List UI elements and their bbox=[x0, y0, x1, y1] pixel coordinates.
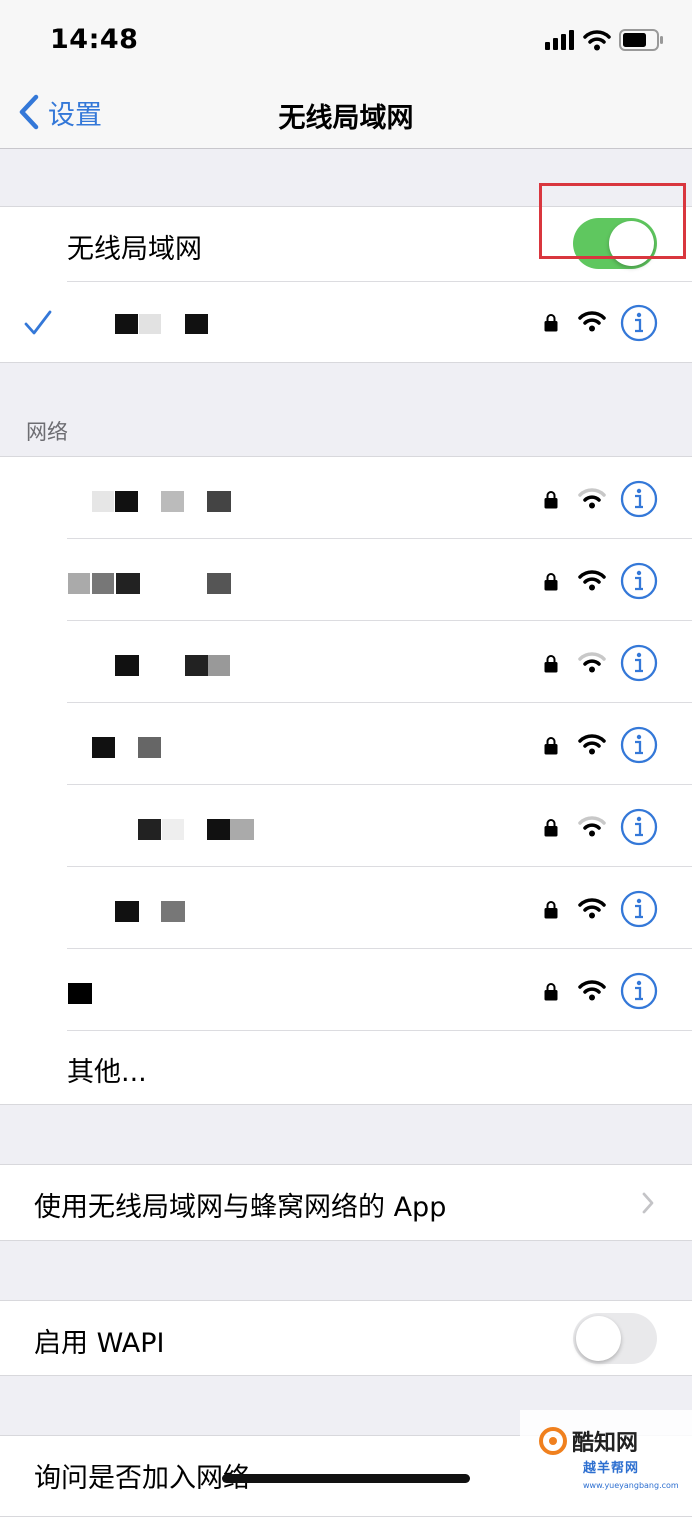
status-time: 14:48 bbox=[50, 24, 139, 55]
wifi-icon bbox=[578, 488, 606, 509]
redacted-ssid bbox=[115, 655, 139, 676]
wapi-label: 启用 WAPI bbox=[34, 1328, 165, 1359]
redacted-ssid bbox=[161, 901, 185, 922]
lock-icon bbox=[544, 737, 558, 755]
wlan-label: 无线局域网 bbox=[67, 234, 202, 265]
redacted-ssid bbox=[185, 655, 208, 676]
other-network-row[interactable]: 其他... bbox=[0, 1031, 692, 1104]
redacted-ssid bbox=[68, 573, 90, 594]
network-row[interactable] bbox=[0, 949, 692, 1031]
wapi-toggle[interactable] bbox=[573, 1313, 657, 1364]
redacted-ssid bbox=[207, 573, 231, 594]
watermark-url: www.yueyangbang.com bbox=[583, 1481, 679, 1490]
wlan-cellular-apps-label: 使用无线局域网与蜂窝网络的 App bbox=[34, 1192, 447, 1223]
watermark-subtitle: 越羊帮网 bbox=[583, 1461, 640, 1476]
status-bar: 14:48 bbox=[0, 0, 692, 80]
wifi-icon bbox=[578, 734, 606, 755]
network-row[interactable] bbox=[0, 539, 692, 621]
other-network-label: 其他... bbox=[67, 1057, 147, 1088]
lock-icon bbox=[544, 491, 558, 509]
redacted-ssid bbox=[115, 491, 138, 512]
wifi-icon bbox=[578, 898, 606, 919]
redacted-ssid bbox=[207, 819, 230, 840]
wifi-icon bbox=[578, 311, 606, 332]
ask-join-label: 询问是否加入网络 bbox=[34, 1463, 250, 1494]
redacted-ssid bbox=[115, 314, 138, 334]
lock-icon bbox=[544, 901, 558, 919]
wapi-row: 启用 WAPI bbox=[0, 1301, 692, 1375]
network-row[interactable] bbox=[0, 867, 692, 949]
redacted-ssid bbox=[139, 314, 161, 334]
redacted-ssid bbox=[230, 819, 254, 840]
connected-network-row[interactable] bbox=[0, 282, 692, 362]
network-row[interactable] bbox=[0, 457, 692, 539]
wapi-group: 启用 WAPI bbox=[0, 1300, 692, 1376]
signal-icon bbox=[545, 30, 574, 50]
wifi-icon bbox=[578, 816, 606, 837]
watermark-name: 酷知网 bbox=[572, 1431, 639, 1456]
wlan-cellular-apps-row[interactable]: 使用无线局域网与蜂窝网络的 App bbox=[0, 1165, 692, 1240]
wifi-status-icon bbox=[583, 30, 611, 51]
redacted-ssid bbox=[115, 901, 139, 922]
network-row[interactable] bbox=[0, 785, 692, 867]
info-icon[interactable] bbox=[620, 890, 658, 928]
lock-icon bbox=[544, 983, 558, 1001]
redacted-ssid bbox=[138, 737, 161, 758]
redacted-ssid bbox=[161, 491, 184, 512]
info-icon[interactable] bbox=[620, 562, 658, 600]
redacted-ssid bbox=[116, 573, 140, 594]
redacted-ssid bbox=[92, 491, 114, 512]
wifi-icon bbox=[578, 652, 606, 673]
wifi-icon bbox=[578, 570, 606, 591]
info-icon[interactable] bbox=[620, 726, 658, 764]
battery-icon bbox=[619, 29, 663, 51]
page-title: 无线局域网 bbox=[278, 103, 414, 134]
home-indicator bbox=[222, 1474, 470, 1483]
lock-icon bbox=[544, 655, 558, 673]
redacted-ssid bbox=[68, 983, 92, 1004]
info-icon[interactable] bbox=[620, 304, 658, 342]
redacted-ssid bbox=[207, 491, 231, 512]
info-icon[interactable] bbox=[620, 644, 658, 682]
lock-icon bbox=[544, 573, 558, 591]
redacted-ssid bbox=[162, 819, 184, 840]
highlight-annotation bbox=[539, 183, 686, 259]
networks-group: 其他... bbox=[0, 456, 692, 1105]
redacted-ssid bbox=[92, 573, 114, 594]
lock-icon bbox=[544, 819, 558, 837]
network-row[interactable] bbox=[0, 621, 692, 703]
wifi-icon bbox=[578, 980, 606, 1001]
navigation-bar: 设置 无线局域网 bbox=[0, 80, 692, 149]
networks-section-header: 网络 bbox=[26, 420, 68, 444]
redacted-ssid bbox=[208, 655, 230, 676]
info-icon[interactable] bbox=[620, 480, 658, 518]
redacted-ssid bbox=[138, 819, 161, 840]
redacted-ssid bbox=[185, 314, 208, 334]
network-row[interactable] bbox=[0, 703, 692, 785]
lock-icon bbox=[544, 314, 558, 332]
info-icon[interactable] bbox=[620, 808, 658, 846]
watermark-logo bbox=[539, 1427, 567, 1455]
chevron-right-icon bbox=[642, 1192, 654, 1214]
info-icon[interactable] bbox=[620, 972, 658, 1010]
toggle-knob bbox=[576, 1316, 621, 1361]
checkmark-icon bbox=[24, 310, 52, 335]
redacted-ssid bbox=[92, 737, 115, 758]
apps-group: 使用无线局域网与蜂窝网络的 App bbox=[0, 1164, 692, 1241]
